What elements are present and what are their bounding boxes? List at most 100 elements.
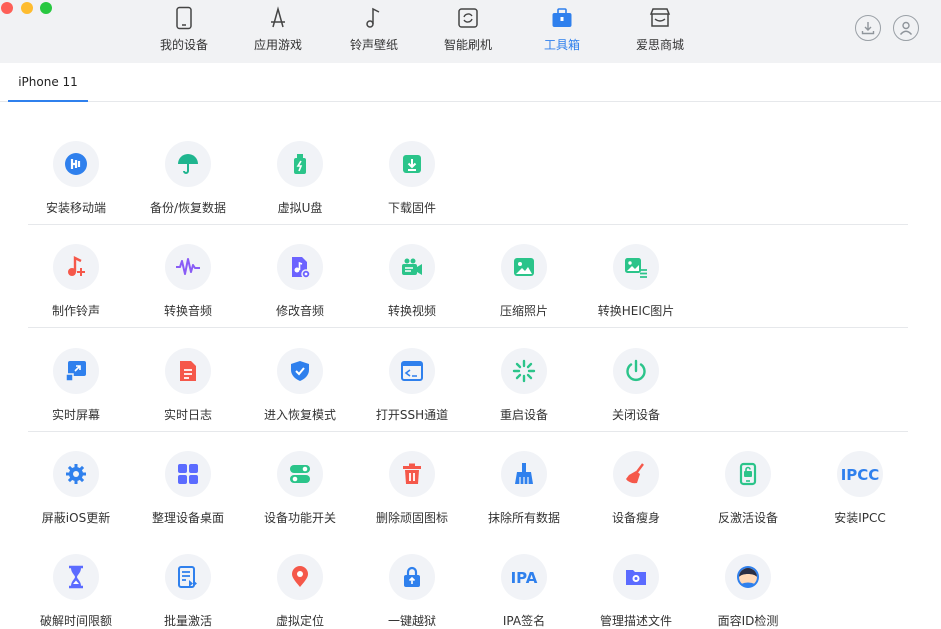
- tool-label: 抹除所有数据: [487, 511, 560, 525]
- app-store-icon: [271, 6, 285, 28]
- tool-make-ringtone[interactable]: 制作铃声: [24, 244, 128, 319]
- tool-delete-stubborn-icons[interactable]: 删除顽固图标: [360, 451, 464, 526]
- lock-up-icon: [404, 566, 420, 587]
- tool-recovery-mode[interactable]: 进入恢复模式: [248, 348, 352, 423]
- section-divider: [28, 327, 908, 328]
- tool-label: 转换HEIC图片: [597, 304, 675, 318]
- hourglass-icon: [69, 565, 83, 589]
- tool-label: 虚拟定位: [275, 614, 324, 628]
- tool-install-mobile[interactable]: 安装移动端: [24, 141, 128, 216]
- face-id-icon: [737, 566, 759, 588]
- tool-label: 备份/恢复数据: [149, 201, 227, 215]
- nav-smart-flash[interactable]: 智能刷机: [420, 6, 516, 53]
- nav-label: 铃声壁纸: [349, 38, 398, 52]
- shield-check-icon: [291, 361, 309, 381]
- tab-label: iPhone 11: [18, 75, 78, 89]
- tool-deactivate-device[interactable]: 反激活设备: [696, 451, 800, 526]
- tool-label: 管理描述文件: [599, 614, 672, 628]
- terminal-icon: [401, 361, 423, 381]
- tool-label: 进入恢复模式: [263, 408, 336, 422]
- log-file-icon: [180, 361, 196, 381]
- tool-virtual-location[interactable]: 虚拟定位: [248, 554, 352, 629]
- tool-face-id-check[interactable]: 面容ID检测: [696, 554, 800, 629]
- tool-shutdown-device[interactable]: 关闭设备: [584, 348, 688, 423]
- tool-open-ssh[interactable]: 打开SSH通道: [360, 348, 464, 423]
- phone-unlock-icon: [739, 462, 757, 486]
- tool-label: 屏蔽iOS更新: [41, 511, 111, 525]
- install-mobile-icon: [65, 153, 87, 175]
- tool-restart-device[interactable]: 重启设备: [472, 348, 576, 423]
- tool-live-screen[interactable]: 实时屏幕: [24, 348, 128, 423]
- batch-activate-icon: [178, 566, 197, 588]
- section-divider: [28, 224, 908, 225]
- tool-label: IPA签名: [502, 614, 546, 628]
- svg-text:IPCC: IPCC: [841, 466, 880, 484]
- account-button[interactable]: [893, 15, 919, 41]
- nav-ringtones-wallpapers[interactable]: 铃声壁纸: [326, 6, 422, 53]
- tool-label: 面容ID检测: [717, 614, 779, 628]
- tool-device-function-switch[interactable]: 设备功能开关: [248, 451, 352, 526]
- nav-toolbox[interactable]: 工具箱: [514, 6, 610, 53]
- brush-icon: [515, 463, 533, 484]
- tool-convert-audio[interactable]: 转换音频: [136, 244, 240, 319]
- tool-label: 实时日志: [163, 408, 212, 422]
- screen-cast-icon: [65, 361, 86, 382]
- video-camera-icon: [402, 258, 422, 275]
- tool-erase-all-data[interactable]: 抹除所有数据: [472, 451, 576, 526]
- tool-label: 转换音频: [163, 304, 212, 318]
- tool-device-slimming[interactable]: 设备瘦身: [584, 451, 688, 526]
- grid-icon: [178, 464, 198, 484]
- download-manager-button[interactable]: [855, 15, 881, 41]
- nav-label: 智能刷机: [443, 38, 492, 52]
- tool-block-ios-update[interactable]: 屏蔽iOS更新: [24, 451, 128, 526]
- heic-image-icon: [625, 258, 647, 278]
- tool-label: 破解时间限额: [39, 614, 112, 628]
- user-icon: [899, 21, 913, 35]
- minimize-window-button[interactable]: [21, 2, 33, 14]
- tool-live-log[interactable]: 实时日志: [136, 348, 240, 423]
- nav-my-device[interactable]: 我的设备: [136, 6, 232, 53]
- tool-crack-time-limit[interactable]: 破解时间限额: [24, 554, 128, 629]
- music-note-icon: [366, 7, 380, 28]
- tool-label: 反激活设备: [717, 511, 778, 525]
- tool-ipa-sign[interactable]: IPA IPA签名: [472, 554, 576, 629]
- tool-manage-profiles[interactable]: 管理描述文件: [584, 554, 688, 629]
- tool-label: 整理设备桌面: [151, 511, 224, 525]
- tool-backup-restore[interactable]: 备份/恢复数据: [136, 141, 240, 216]
- ipcc-icon: IPCC: [841, 466, 880, 484]
- close-window-button[interactable]: [1, 2, 13, 14]
- tool-label: 制作铃声: [51, 304, 100, 318]
- tool-label: 安装IPCC: [834, 511, 886, 525]
- tool-install-ipcc[interactable]: IPCC 安装IPCC: [808, 451, 912, 526]
- nav-label: 我的设备: [159, 38, 208, 52]
- tool-convert-video[interactable]: 转换视频: [360, 244, 464, 319]
- tool-label: 设备瘦身: [611, 511, 660, 525]
- tool-label: 批量激活: [163, 614, 212, 628]
- flash-icon: [458, 8, 478, 28]
- profile-folder-icon: [626, 570, 646, 585]
- tool-organize-desktop[interactable]: 整理设备桌面: [136, 451, 240, 526]
- active-tab-underline: [8, 100, 88, 102]
- tool-compress-photo[interactable]: 压缩照片: [472, 244, 576, 319]
- ringtone-icon: [68, 256, 85, 276]
- tool-virtual-u-disk[interactable]: 虚拟U盘: [248, 141, 352, 216]
- tool-one-click-jailbreak[interactable]: 一键越狱: [360, 554, 464, 629]
- photo-icon: [514, 258, 534, 276]
- trash-icon: [403, 463, 421, 484]
- tool-label: 虚拟U盘: [277, 201, 323, 215]
- nav-label: 工具箱: [543, 38, 580, 52]
- store-icon: [649, 8, 671, 27]
- nav-apps-games[interactable]: 应用游戏: [230, 6, 326, 53]
- tool-label: 重启设备: [499, 408, 548, 422]
- zoom-window-button[interactable]: [40, 2, 52, 14]
- nav-label: 爱思商城: [635, 38, 684, 52]
- tool-convert-heic[interactable]: 转换HEIC图片: [584, 244, 688, 319]
- tool-batch-activate[interactable]: 批量激活: [136, 554, 240, 629]
- tool-edit-audio[interactable]: 修改音频: [248, 244, 352, 319]
- edit-audio-icon: [292, 257, 311, 279]
- tool-label: 压缩照片: [499, 304, 548, 318]
- nav-store[interactable]: 爱思商城: [612, 6, 708, 53]
- tab-iphone-11[interactable]: iPhone 11: [8, 63, 88, 102]
- tool-download-firmware[interactable]: 下载固件: [360, 141, 464, 216]
- tool-label: 一键越狱: [387, 614, 436, 628]
